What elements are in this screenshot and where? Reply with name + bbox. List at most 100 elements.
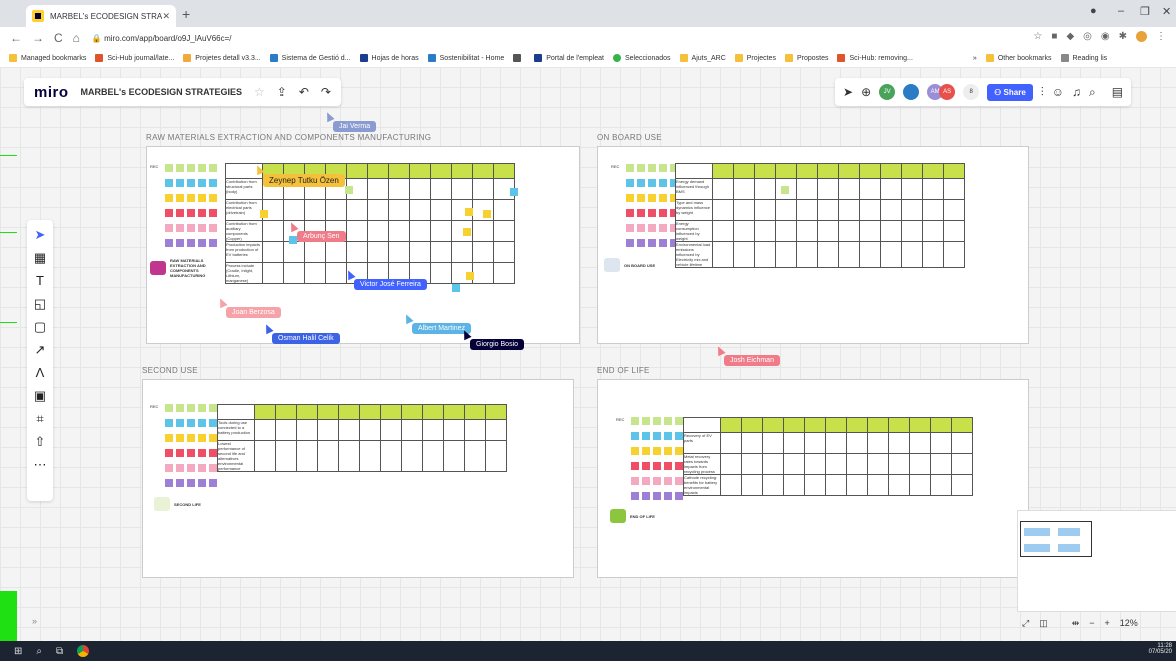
sticky-note[interactable] bbox=[176, 239, 184, 247]
sticky-note[interactable] bbox=[176, 194, 184, 202]
column-header-cell[interactable] bbox=[909, 417, 931, 433]
table-cell[interactable] bbox=[817, 199, 839, 221]
table-cell[interactable] bbox=[880, 241, 902, 268]
table-cell[interactable] bbox=[493, 220, 515, 242]
back-icon[interactable]: ← bbox=[10, 31, 22, 45]
table-cell[interactable] bbox=[846, 453, 868, 475]
reactions-icon[interactable]: ☺ bbox=[1052, 85, 1064, 99]
sticky-note[interactable] bbox=[675, 477, 683, 485]
column-header-cell[interactable] bbox=[922, 163, 944, 179]
table-cell[interactable] bbox=[388, 241, 410, 263]
sticky-note[interactable] bbox=[510, 188, 518, 196]
sticky-note[interactable] bbox=[648, 224, 656, 232]
settings-sliders-icon[interactable]: ⫶ bbox=[1041, 85, 1044, 100]
table-cell[interactable] bbox=[430, 199, 452, 221]
export-icon[interactable]: ⇪ bbox=[277, 85, 287, 99]
sticky-note[interactable] bbox=[631, 462, 639, 470]
sticky-note[interactable] bbox=[675, 462, 683, 470]
row-label-cell[interactable]: Metal recovery rates towards impacts fro… bbox=[683, 453, 721, 475]
sticky-note[interactable] bbox=[659, 209, 667, 217]
sticky-note[interactable] bbox=[176, 209, 184, 217]
column-header-cell[interactable] bbox=[367, 163, 389, 179]
table-cell[interactable] bbox=[359, 440, 381, 472]
sticky-note[interactable] bbox=[642, 417, 650, 425]
section-label[interactable]: RAW MATERIALS EXTRACTION AND COMPONENTS … bbox=[150, 258, 225, 278]
sticky-note[interactable] bbox=[664, 447, 672, 455]
column-header-cell[interactable] bbox=[762, 417, 784, 433]
sticky-note[interactable] bbox=[675, 447, 683, 455]
bookmark-item[interactable]: Seleccionados bbox=[613, 54, 671, 62]
expand-panel-icon[interactable]: » bbox=[32, 616, 37, 626]
sticky-note[interactable] bbox=[165, 194, 173, 202]
sticky-note[interactable] bbox=[165, 434, 173, 442]
table-cell[interactable] bbox=[464, 440, 486, 472]
column-header-cell[interactable] bbox=[783, 417, 805, 433]
table-cell[interactable] bbox=[472, 262, 494, 284]
table-cell[interactable] bbox=[930, 432, 952, 454]
table-cell[interactable] bbox=[317, 419, 339, 441]
frame-title[interactable]: END OF LIFE bbox=[597, 366, 650, 375]
search-icon[interactable]: ⌕ bbox=[1089, 85, 1096, 100]
bookmark-item[interactable]: Projetes detall v3.3... bbox=[183, 54, 261, 62]
bookmark-item[interactable]: Sci-Hub journal/late... bbox=[95, 54, 174, 62]
column-header-cell[interactable] bbox=[401, 404, 423, 420]
table-cell[interactable] bbox=[283, 241, 305, 263]
table-cell[interactable] bbox=[304, 199, 326, 221]
column-header-cell[interactable] bbox=[733, 163, 755, 179]
column-header-cell[interactable] bbox=[422, 404, 444, 420]
row-label-cell[interactable]: Tools during use connected to a battery … bbox=[217, 419, 255, 441]
text-tool-icon[interactable]: T bbox=[30, 272, 50, 290]
table-cell[interactable] bbox=[720, 432, 742, 454]
sticky-note[interactable] bbox=[659, 239, 667, 247]
sticky-note[interactable] bbox=[209, 434, 217, 442]
table-cell[interactable] bbox=[796, 178, 818, 200]
table-cell[interactable] bbox=[451, 241, 473, 263]
sticky-note[interactable] bbox=[165, 239, 173, 247]
fit-icon[interactable]: ⇹ bbox=[1072, 618, 1080, 629]
sticky-note[interactable] bbox=[626, 224, 634, 232]
sticky-note[interactable] bbox=[209, 179, 217, 187]
home-icon[interactable]: ⌂ bbox=[73, 31, 80, 45]
strategy-table[interactable]: Tools during use connected to a battery … bbox=[217, 404, 507, 472]
table-cell[interactable] bbox=[796, 241, 818, 268]
table-cell[interactable] bbox=[943, 178, 965, 200]
sticky-note[interactable] bbox=[187, 179, 195, 187]
column-header-cell[interactable] bbox=[296, 404, 318, 420]
sticky-note[interactable] bbox=[198, 419, 206, 427]
column-header-cell[interactable] bbox=[775, 163, 797, 179]
column-header-cell[interactable] bbox=[796, 163, 818, 179]
sticky-note[interactable] bbox=[187, 239, 195, 247]
avatar[interactable] bbox=[1136, 31, 1147, 42]
table-cell[interactable] bbox=[720, 453, 742, 475]
sticky-note[interactable] bbox=[176, 404, 184, 412]
comment-icon[interactable]: ▣ bbox=[30, 387, 50, 405]
table-cell[interactable] bbox=[380, 440, 402, 472]
sticky-note[interactable] bbox=[198, 194, 206, 202]
sticky-note[interactable] bbox=[187, 404, 195, 412]
row-label-cell[interactable]: Energy consumption influenced by weight bbox=[675, 220, 713, 242]
column-header-cell[interactable] bbox=[880, 163, 902, 179]
table-cell[interactable] bbox=[741, 432, 763, 454]
sticky-note[interactable] bbox=[187, 479, 195, 487]
table-cell[interactable] bbox=[409, 199, 431, 221]
bookmark-item[interactable]: Propostes bbox=[784, 54, 828, 62]
column-header-cell[interactable] bbox=[409, 163, 431, 179]
table-cell[interactable] bbox=[359, 419, 381, 441]
sticky-note[interactable] bbox=[198, 179, 206, 187]
sticky-note[interactable] bbox=[209, 464, 217, 472]
section-label[interactable]: END OF LIFE bbox=[610, 509, 655, 523]
sticky-note[interactable] bbox=[187, 464, 195, 472]
table-cell[interactable] bbox=[388, 178, 410, 200]
column-header-cell[interactable] bbox=[346, 163, 368, 179]
table-cell[interactable] bbox=[867, 474, 889, 496]
table-cell[interactable] bbox=[825, 474, 847, 496]
extension-icon[interactable]: ■ bbox=[1051, 31, 1057, 42]
sticky-note[interactable] bbox=[466, 272, 474, 280]
table-cell[interactable] bbox=[909, 432, 931, 454]
redo-icon[interactable]: ↷ bbox=[321, 85, 331, 99]
table-cell[interactable] bbox=[880, 199, 902, 221]
sticky-note[interactable] bbox=[664, 492, 672, 500]
row-label-cell[interactable]: Recovery of EV parts bbox=[683, 432, 721, 454]
table-cell[interactable] bbox=[888, 432, 910, 454]
avatar[interactable]: AS bbox=[939, 84, 956, 100]
